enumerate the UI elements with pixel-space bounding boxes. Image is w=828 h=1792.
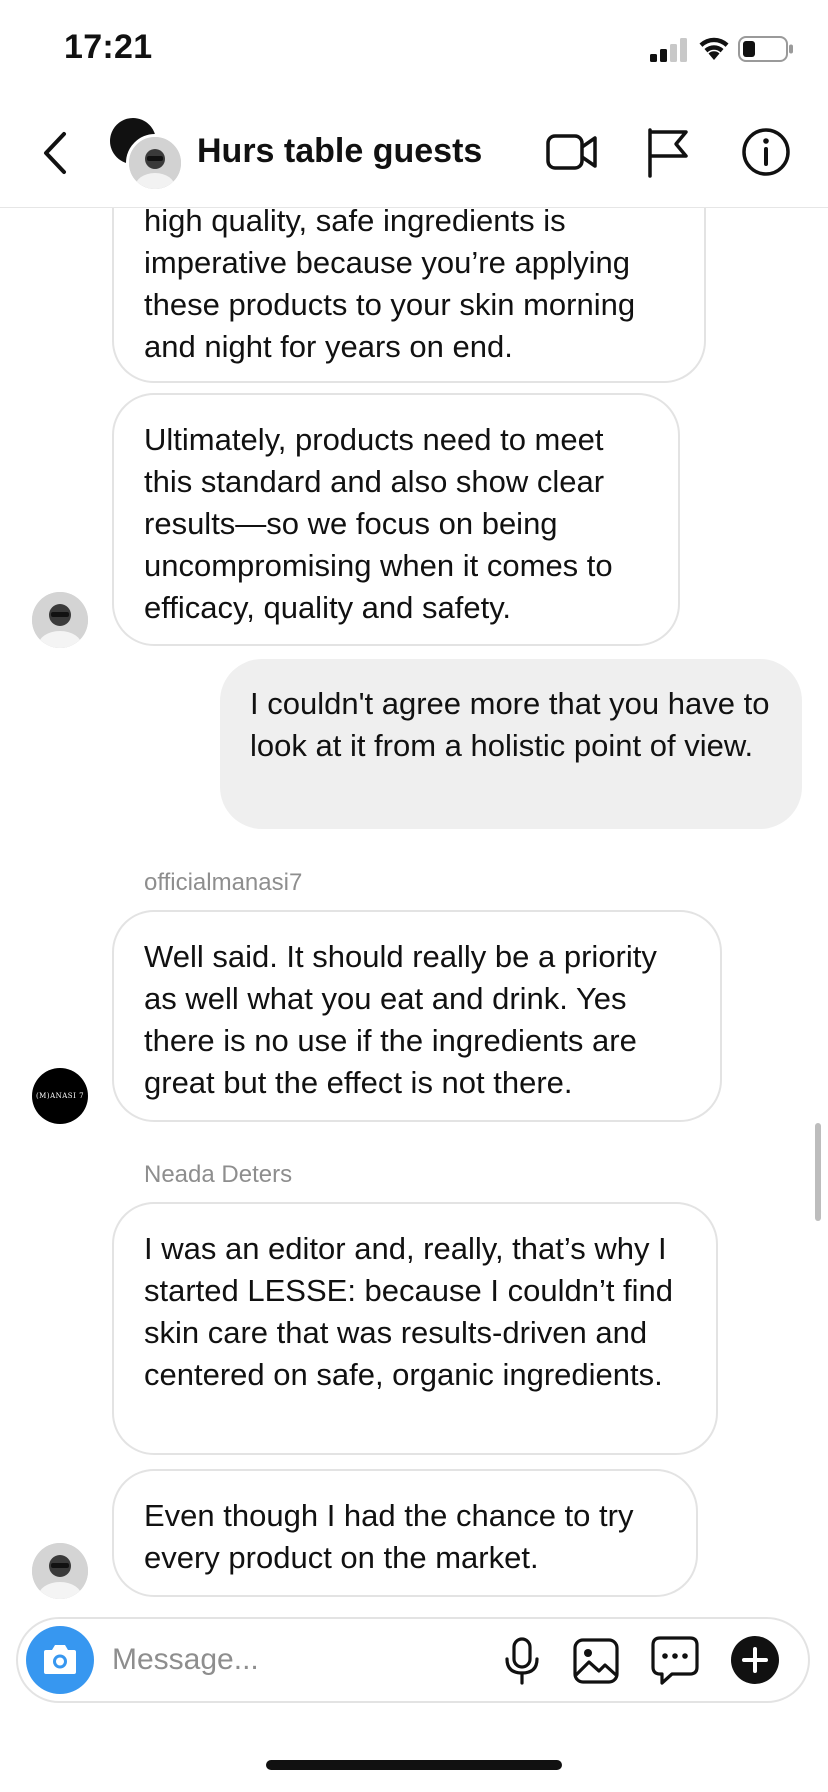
sticker-chat-icon[interactable]: [650, 1635, 700, 1687]
message-bubble[interactable]: I couldn't agree more that you have to l…: [220, 659, 802, 829]
avatar-logo-text: (M)ANASI 7: [35, 1092, 85, 1100]
message-bubble[interactable]: Even though I had the chance to try ever…: [112, 1469, 698, 1597]
status-bar: 17:21: [0, 0, 828, 100]
message-bubble[interactable]: Ultimately, products need to meet this s…: [112, 393, 680, 646]
chat-screen: 17:21 Hurs table guests high quality, sa…: [0, 0, 828, 1792]
message-input[interactable]: [112, 1635, 492, 1685]
sender-avatar[interactable]: [32, 592, 88, 648]
message-text: I was an editor and, really, that’s why …: [144, 1231, 674, 1392]
status-time: 17:21: [64, 28, 153, 66]
message-text: high quality, safe ingredients is impera…: [144, 207, 636, 364]
microphone-icon[interactable]: [502, 1637, 542, 1685]
signal-icon: [650, 38, 687, 62]
sender-avatar[interactable]: (M)ANASI 7: [32, 1068, 88, 1124]
plus-icon[interactable]: [730, 1635, 780, 1685]
message-composer: [16, 1617, 810, 1703]
back-arrow-icon[interactable]: [38, 128, 78, 178]
info-icon[interactable]: [740, 126, 792, 178]
message-bubble[interactable]: Well said. It should really be a priorit…: [112, 910, 722, 1122]
message-text: Ultimately, products need to meet this s…: [144, 422, 613, 625]
scrollbar[interactable]: [815, 1123, 821, 1221]
gallery-icon[interactable]: [572, 1637, 620, 1685]
video-camera-icon[interactable]: [546, 126, 598, 178]
message-text: I couldn't agree more that you have to l…: [250, 686, 770, 763]
sender-name: Neada Deters: [144, 1161, 293, 1188]
message-thread[interactable]: high quality, safe ingredients is impera…: [0, 207, 828, 1607]
wifi-icon: [699, 37, 729, 60]
home-indicator[interactable]: [266, 1760, 562, 1770]
battery-icon: [738, 36, 793, 62]
chat-header: Hurs table guests: [0, 100, 828, 208]
message-text: Well said. It should really be a priorit…: [144, 939, 657, 1100]
group-avatar-front: [126, 134, 184, 192]
message-text: Even though I had the chance to try ever…: [144, 1498, 634, 1575]
camera-icon: [44, 1645, 76, 1674]
sender-name: officialmanasi7: [144, 869, 303, 896]
sender-avatar[interactable]: [32, 1543, 88, 1599]
camera-button[interactable]: [26, 1626, 94, 1694]
flag-icon[interactable]: [644, 126, 692, 178]
message-bubble[interactable]: I was an editor and, really, that’s why …: [112, 1202, 718, 1455]
chat-title[interactable]: Hurs table guests: [197, 132, 482, 171]
group-avatar[interactable]: [110, 118, 184, 192]
message-bubble[interactable]: high quality, safe ingredients is impera…: [112, 207, 706, 383]
